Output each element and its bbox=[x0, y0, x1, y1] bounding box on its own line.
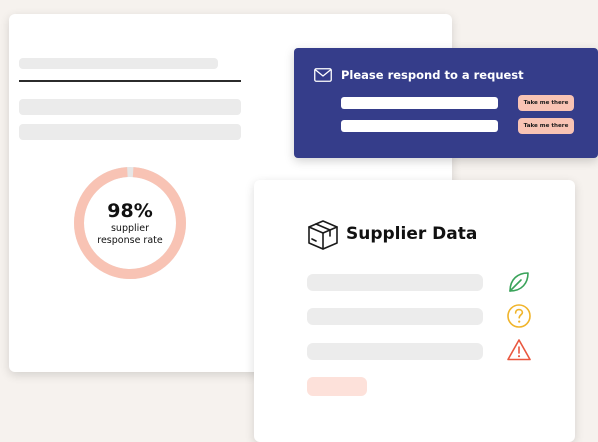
response-rate-value: 98% bbox=[107, 199, 153, 222]
warning-triangle-icon bbox=[507, 339, 531, 361]
data-row-bar-3 bbox=[307, 343, 483, 360]
envelope-icon bbox=[314, 68, 332, 82]
highlight-pill bbox=[307, 377, 367, 396]
text-placeholder-1 bbox=[19, 99, 241, 115]
response-rate-donut: 98% supplier response rate bbox=[73, 166, 187, 280]
text-placeholder-2 bbox=[19, 124, 241, 140]
donut-label: 98% supplier response rate bbox=[73, 166, 187, 280]
response-rate-caption: supplier response rate bbox=[97, 222, 163, 246]
take-me-there-button-1[interactable]: Take me there bbox=[518, 95, 574, 111]
data-row-bar-1 bbox=[307, 274, 483, 291]
data-row-bar-2 bbox=[307, 308, 483, 325]
title-placeholder bbox=[19, 58, 218, 69]
take-me-there-button-2[interactable]: Take me there bbox=[518, 118, 574, 134]
request-title: Please respond to a request bbox=[341, 68, 524, 82]
request-field-1 bbox=[341, 97, 498, 109]
supplier-data-card: Supplier Data bbox=[254, 180, 575, 442]
request-field-2 bbox=[341, 120, 498, 132]
request-notification: Please respond to a request Take me ther… bbox=[294, 48, 598, 158]
title-divider bbox=[19, 80, 241, 82]
question-circle-icon bbox=[507, 304, 531, 328]
leaf-icon bbox=[509, 272, 529, 292]
package-box-icon bbox=[308, 220, 338, 250]
supplier-data-title: Supplier Data bbox=[346, 224, 478, 244]
